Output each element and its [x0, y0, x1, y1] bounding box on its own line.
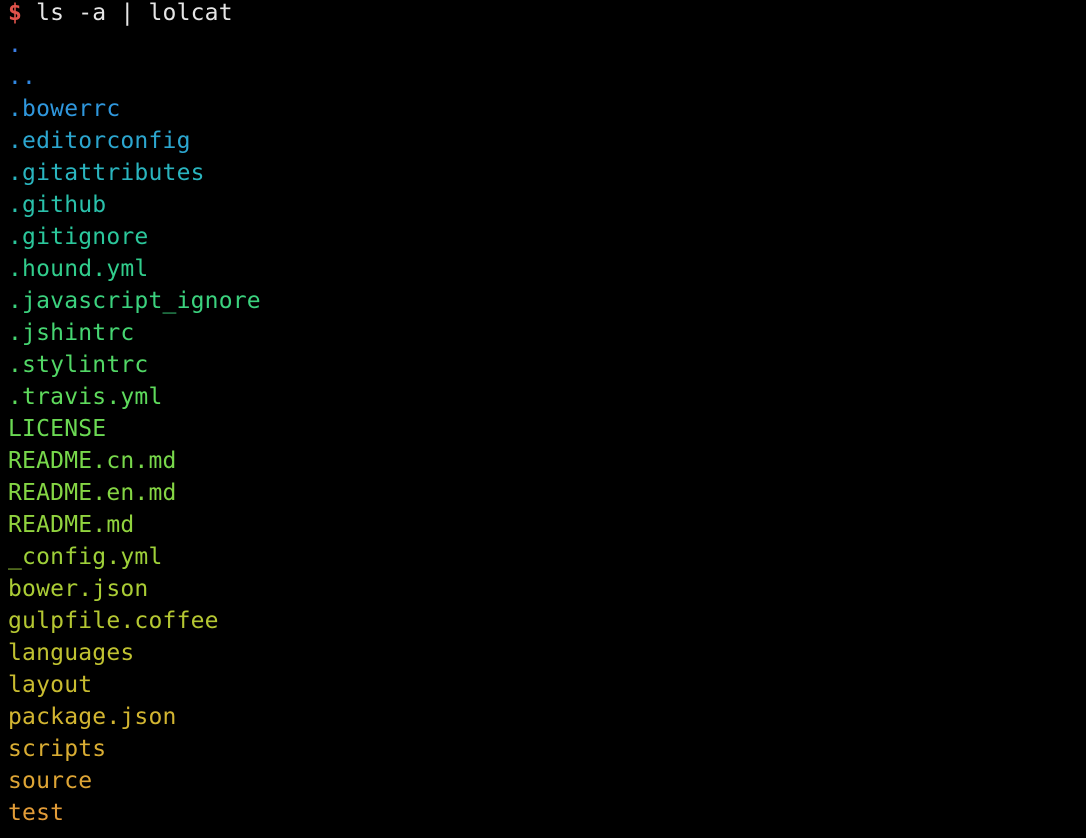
listing-entry: .javascript_ignore	[8, 288, 261, 314]
listing-entry: .jshintrc	[8, 320, 135, 346]
terminal-window[interactable]: $ ls -a | lolcat ... .bowerrc .editorconfi…	[0, 0, 1086, 838]
listing-entry: README.cn.md	[8, 448, 177, 474]
command-text: ls -a | lolcat	[22, 0, 233, 26]
listing-entry: languages	[8, 640, 135, 666]
listing-entry: ..	[8, 64, 37, 90]
listing-entry: layout	[8, 672, 93, 698]
listing-entry: .travis.yml	[8, 384, 163, 410]
prompt-symbol: $	[8, 0, 23, 26]
listing-entry: .github	[8, 192, 107, 218]
listing-entry: .hound.yml	[8, 256, 149, 282]
listing-entry: .gitattributes	[8, 160, 205, 186]
listing-entry: .	[8, 32, 23, 58]
listing-entry: LICENSE	[8, 416, 107, 442]
listing-entry: scripts	[8, 736, 107, 762]
directory-listing: ... .bowerrc .editorconfig .gitattributes .g…	[8, 32, 1086, 832]
prompt-line: $ ls -a | lolcat	[8, 0, 1086, 32]
listing-entry: package.json	[8, 704, 177, 730]
listing-entry: gulpfile.coffee	[8, 608, 219, 634]
listing-entry: .stylintrc	[8, 352, 149, 378]
listing-entry: bower.json	[8, 576, 149, 602]
listing-entry: .bowerrc	[8, 96, 121, 122]
listing-entry: README.md	[8, 512, 135, 538]
listing-entry: test	[8, 800, 65, 826]
listing-entry: _config.yml	[8, 544, 163, 570]
listing-entry: README.en.md	[8, 480, 177, 506]
listing-entry: .editorconfig	[8, 128, 191, 154]
listing-entry: .gitignore	[8, 224, 149, 250]
listing-entry: source	[8, 768, 93, 794]
